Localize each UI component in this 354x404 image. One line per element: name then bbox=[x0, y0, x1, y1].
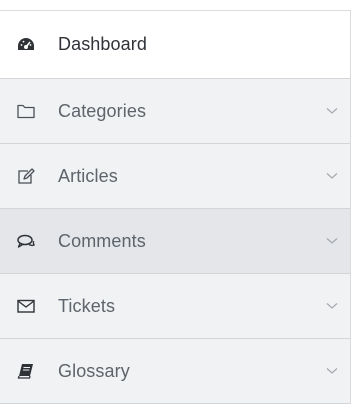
sidebar-item-glossary[interactable]: Glossary bbox=[0, 339, 350, 404]
folder-icon bbox=[16, 101, 36, 121]
chevron-down-icon[interactable] bbox=[324, 233, 340, 249]
sidebar-item-label: Categories bbox=[58, 100, 147, 121]
chevron-down-icon[interactable] bbox=[324, 298, 340, 314]
sidebar-item-tickets[interactable]: Tickets bbox=[0, 274, 350, 339]
sidebar-item-dashboard[interactable]: Dashboard bbox=[0, 11, 350, 79]
sidebar-item-label: Tickets bbox=[58, 295, 116, 316]
chevron-down-icon[interactable] bbox=[324, 363, 340, 379]
sidebar-item-comments[interactable]: Comments bbox=[0, 209, 350, 274]
comments-icon bbox=[16, 231, 36, 251]
sidebar-menu: Dashboard Categories Articles Comments T… bbox=[0, 10, 351, 404]
sidebar-item-label: Comments bbox=[58, 230, 146, 251]
sidebar-item-categories[interactable]: Categories bbox=[0, 79, 350, 144]
sidebar-item-label: Glossary bbox=[58, 360, 130, 381]
sidebar-item-articles[interactable]: Articles bbox=[0, 144, 350, 209]
envelope-icon bbox=[16, 296, 36, 316]
edit-icon bbox=[16, 166, 36, 186]
chevron-down-icon[interactable] bbox=[324, 168, 340, 184]
dashboard-icon bbox=[16, 35, 36, 55]
sidebar-item-label: Dashboard bbox=[58, 34, 147, 54]
sidebar-item-label: Articles bbox=[58, 165, 118, 186]
book-icon bbox=[16, 361, 36, 381]
chevron-down-icon[interactable] bbox=[324, 103, 340, 119]
